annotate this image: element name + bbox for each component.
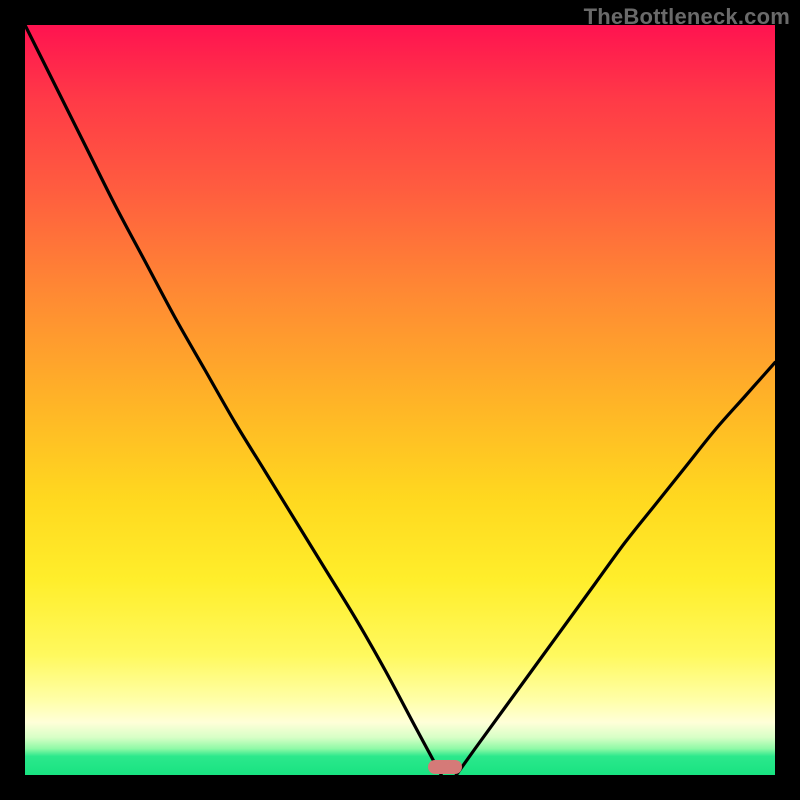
bottleneck-curve	[25, 25, 775, 775]
chart-frame: TheBottleneck.com	[0, 0, 800, 800]
curve-left-branch	[25, 25, 441, 775]
plot-area	[25, 25, 775, 775]
floor-marker	[428, 760, 462, 774]
curve-right-branch	[456, 363, 775, 776]
